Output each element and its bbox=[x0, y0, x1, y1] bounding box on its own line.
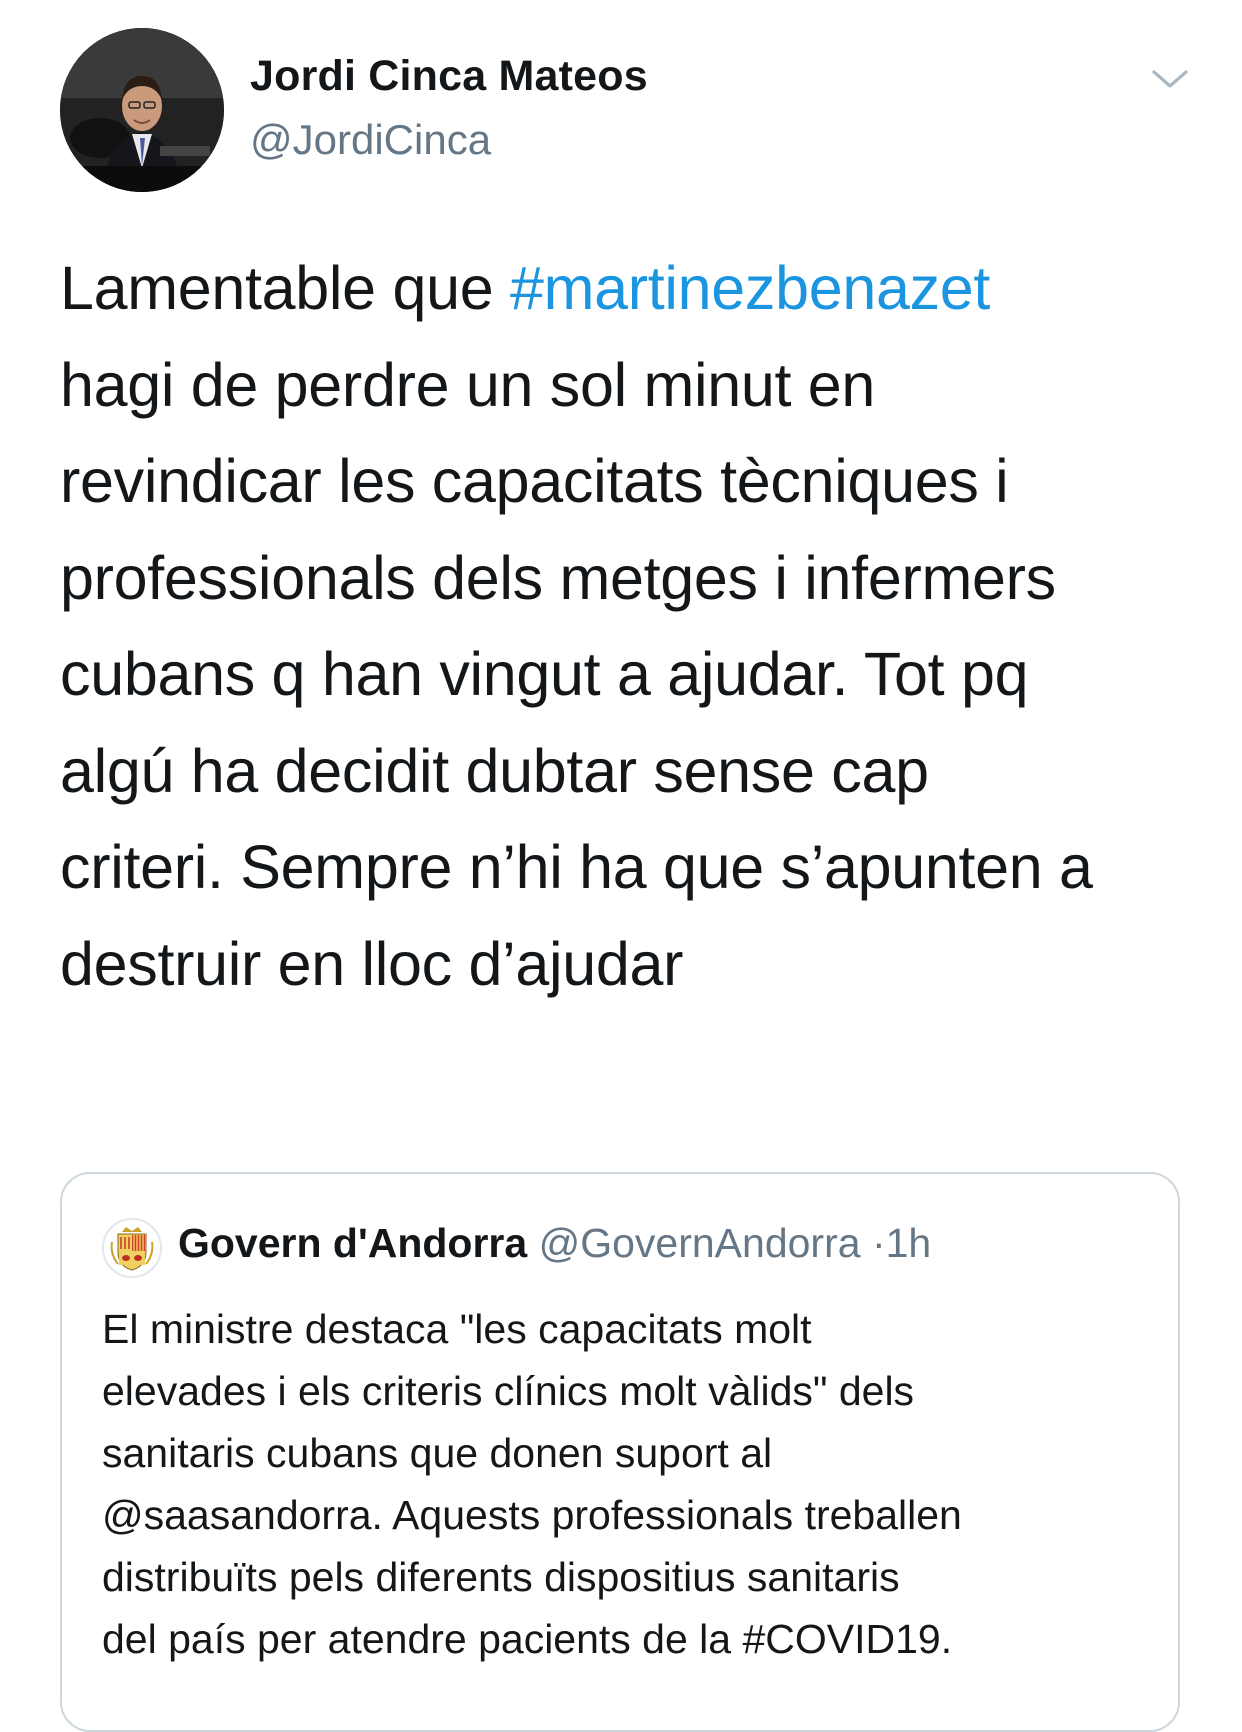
quoted-timestamp[interactable]: 1h bbox=[886, 1220, 932, 1266]
author-avatar[interactable] bbox=[60, 28, 224, 192]
tweet-text-line: cubans q han vingut a ajudar. Tot pq bbox=[60, 640, 1029, 708]
chevron-down-icon[interactable] bbox=[1148, 64, 1192, 94]
quoted-text-line: del país per atendre pacients de la #COV… bbox=[102, 1616, 953, 1662]
quoted-text-line: elevades i els criteris clínics molt vàl… bbox=[102, 1368, 915, 1414]
quoted-text-line: distribuïts pels diferents dispositius s… bbox=[102, 1554, 900, 1600]
tweet-text-line: Lamentable que #martinezbenazet bbox=[60, 240, 1190, 337]
quoted-text-line: El ministre destaca "les capacitats molt bbox=[102, 1306, 812, 1352]
header-separator: · bbox=[871, 1220, 886, 1266]
tweet-text-segment: Lamentable que bbox=[60, 254, 510, 322]
quoted-tweet-text: El ministre destaca "les capacitats molt… bbox=[102, 1298, 1162, 1670]
tweet-text-line: destruir en lloc d’ajudar bbox=[60, 929, 684, 998]
tweet-text-line: algú ha decidit dubtar sense cap bbox=[60, 736, 929, 805]
tweet-text-line: criteri. Sempre n’hi ha que s’apunten a bbox=[60, 833, 1093, 901]
quoted-tweet-card[interactable]: Govern d'Andorra @GovernAndorra ·1h El m… bbox=[60, 1172, 1180, 1732]
tweet-text-line: professionals dels metges i infermers bbox=[60, 543, 1056, 612]
quoted-text-line: sanitaris cubans que donen suport al bbox=[102, 1430, 773, 1476]
quoted-author-handle[interactable]: @GovernAndorra bbox=[539, 1220, 861, 1266]
quoted-tweet-header: Govern d'Andorra @GovernAndorra ·1h bbox=[178, 1220, 931, 1267]
tweet-text-line: revindicar les capacitats tècniques i bbox=[60, 447, 1009, 515]
author-handle[interactable]: @JordiCinca bbox=[250, 116, 491, 164]
tweet: Jordi Cinca Mateos @JordiCinca Lamentabl… bbox=[0, 0, 1242, 1732]
quoted-author-avatar[interactable] bbox=[102, 1218, 162, 1278]
quoted-text-line: @saasandorra. Aquests professionals treb… bbox=[102, 1492, 962, 1538]
tweet-text-line: hagi de perdre un sol minut en bbox=[60, 350, 876, 419]
profile-photo-icon bbox=[60, 28, 224, 192]
tweet-text: Lamentable que #martinezbenazet hagi de … bbox=[60, 240, 1190, 1012]
hashtag-link[interactable]: #martinezbenazet bbox=[510, 254, 990, 322]
quoted-author-name[interactable]: Govern d'Andorra bbox=[178, 1220, 527, 1266]
author-name[interactable]: Jordi Cinca Mateos bbox=[250, 52, 648, 101]
coat-of-arms-icon bbox=[104, 1220, 160, 1276]
